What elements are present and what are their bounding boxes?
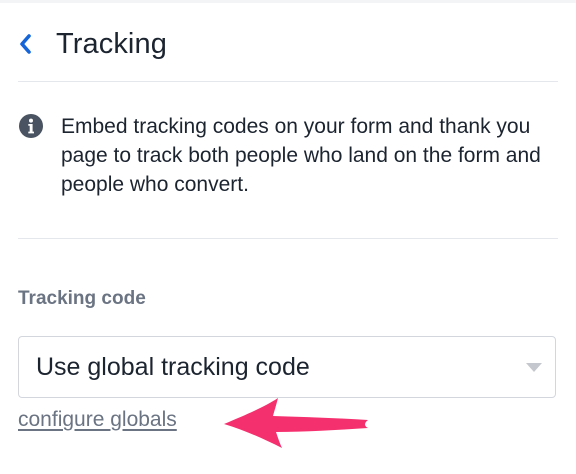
caret-down-icon: [526, 363, 542, 372]
arrow-left-annotation: [224, 398, 368, 448]
section-divider: [18, 238, 558, 239]
info-text: Embed tracking codes on your form and th…: [61, 115, 541, 196]
tracking-code-select[interactable]: Use global tracking code: [18, 336, 556, 398]
info-message: Embed tracking codes on your form and th…: [18, 112, 558, 199]
page-title: Tracking: [56, 27, 167, 60]
header-divider: [18, 81, 558, 82]
info-circle-icon: [19, 114, 43, 138]
back-button[interactable]: [18, 24, 44, 64]
chevron-left-icon: [20, 34, 31, 54]
tracking-panel: Tracking Embed tracking codes on your fo…: [0, 0, 576, 474]
top-edge: [0, 0, 576, 3]
configure-globals-link[interactable]: configure globals: [18, 408, 177, 432]
tracking-code-label: Tracking code: [18, 288, 146, 309]
tracking-code-selected-value: Use global tracking code: [36, 353, 310, 381]
panel-header: Tracking: [18, 24, 167, 64]
